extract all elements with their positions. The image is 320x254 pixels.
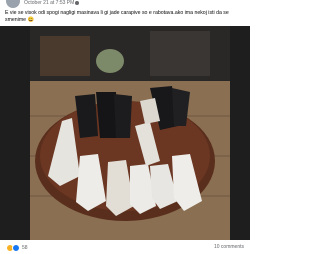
like-reaction-icon — [12, 244, 20, 252]
post-body: E vie se visok odi spogi nagligi masinav… — [5, 10, 229, 23]
grinning-emoji-icon: 😄 — [27, 17, 34, 23]
post-text: E vie se visok odi spogi nagligi masinav… — [5, 10, 245, 24]
globe-icon — [75, 1, 79, 5]
reaction-count: 58 — [22, 245, 28, 251]
comments-count-link[interactable]: 10 comments — [214, 244, 244, 250]
post-photo[interactable] — [0, 26, 250, 240]
post-footer: 58 10 comments — [0, 241, 250, 254]
photo-of-socks-icon — [0, 26, 250, 240]
reactions-summary[interactable]: 58 — [6, 244, 28, 252]
avatar[interactable] — [6, 0, 20, 8]
post-timestamp[interactable]: October 21 at 7:53 PM — [24, 0, 74, 6]
post-header: October 21 at 7:53 PM — [0, 0, 250, 8]
